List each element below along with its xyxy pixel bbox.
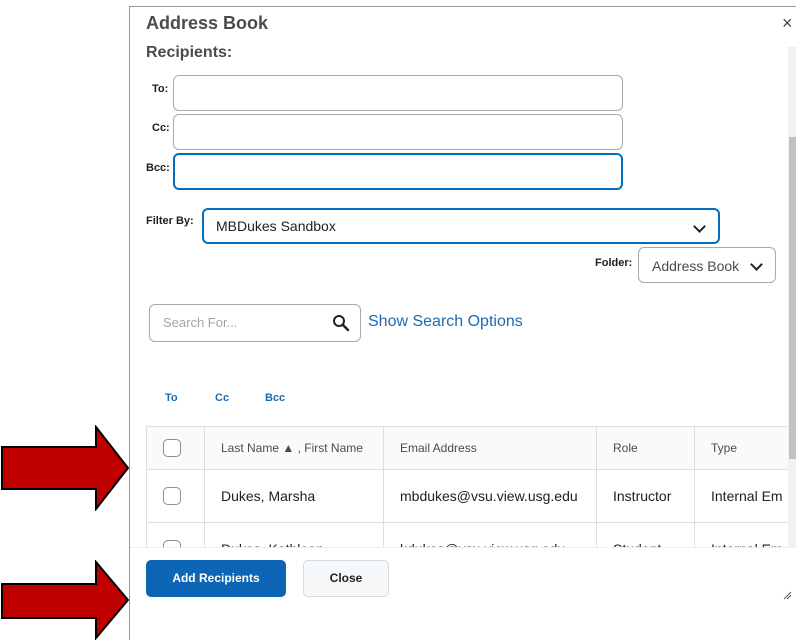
recipients-heading: Recipients:: [146, 44, 233, 61]
filter-by-select[interactable]: MBDukes Sandbox: [202, 208, 720, 244]
add-recipients-button[interactable]: Add Recipients: [146, 560, 286, 597]
show-search-options-link[interactable]: Show Search Options: [368, 313, 523, 331]
chevron-down-icon: [750, 258, 763, 271]
search-input[interactable]: Search For...: [149, 304, 361, 342]
search-placeholder: Search For...: [163, 315, 238, 330]
type-column-header: Type: [694, 426, 796, 470]
bcc-field[interactable]: [173, 153, 623, 190]
close-button[interactable]: Close: [303, 560, 389, 597]
search-icon[interactable]: [332, 314, 350, 332]
row-name: Dukes, Marsha: [204, 469, 384, 523]
select-all-checkbox[interactable]: [163, 439, 181, 457]
dialog-scrollbar[interactable]: [788, 47, 796, 547]
bcc-label: Bcc:: [146, 162, 170, 174]
folder-value: Address Book: [652, 258, 740, 274]
chevron-down-icon: [693, 220, 706, 233]
dialog-footer: Add Recipients Close: [130, 547, 796, 640]
add-cc-link[interactable]: Cc: [215, 392, 229, 404]
row-checkbox[interactable]: [163, 487, 181, 506]
annotation-arrow-table-icon: [1, 425, 130, 511]
to-label: To:: [152, 83, 169, 95]
select-all-cell: [146, 426, 205, 470]
row-email: mbdukes@vsu.view.usg.edu: [383, 469, 597, 523]
table-row: Dukes, Marsha mbdukes@vsu.view.usg.edu I…: [146, 469, 796, 523]
email-column-header: Email Address: [383, 426, 597, 470]
close-icon[interactable]: ×: [782, 13, 793, 33]
resize-grip-icon[interactable]: [782, 590, 792, 600]
annotation-arrow-add-icon: [1, 560, 130, 640]
role-column-header: Role: [596, 426, 695, 470]
filter-by-label: Filter By:: [146, 215, 194, 227]
folder-select[interactable]: Address Book: [638, 247, 776, 283]
row-select-cell: [146, 469, 205, 523]
to-field[interactable]: [173, 75, 623, 111]
add-bcc-link[interactable]: Bcc: [265, 392, 285, 404]
name-column-header[interactable]: Last Name ▲ , First Name: [204, 426, 384, 470]
filter-by-value: MBDukes Sandbox: [216, 218, 336, 234]
add-to-link[interactable]: To: [165, 392, 178, 404]
row-role: Instructor: [596, 469, 695, 523]
dialog-title: Address Book: [146, 13, 269, 33]
table-header-row: Last Name ▲ , First Name Email Address R…: [146, 426, 796, 470]
folder-label: Folder:: [595, 257, 633, 269]
address-book-dialog: Address Book × Recipients: To: Cc: Bcc: …: [129, 6, 796, 640]
cc-field[interactable]: [173, 114, 623, 150]
row-type: Internal Em: [694, 469, 796, 523]
scrollbar-thumb[interactable]: [789, 137, 796, 459]
cc-label: Cc:: [152, 122, 170, 134]
